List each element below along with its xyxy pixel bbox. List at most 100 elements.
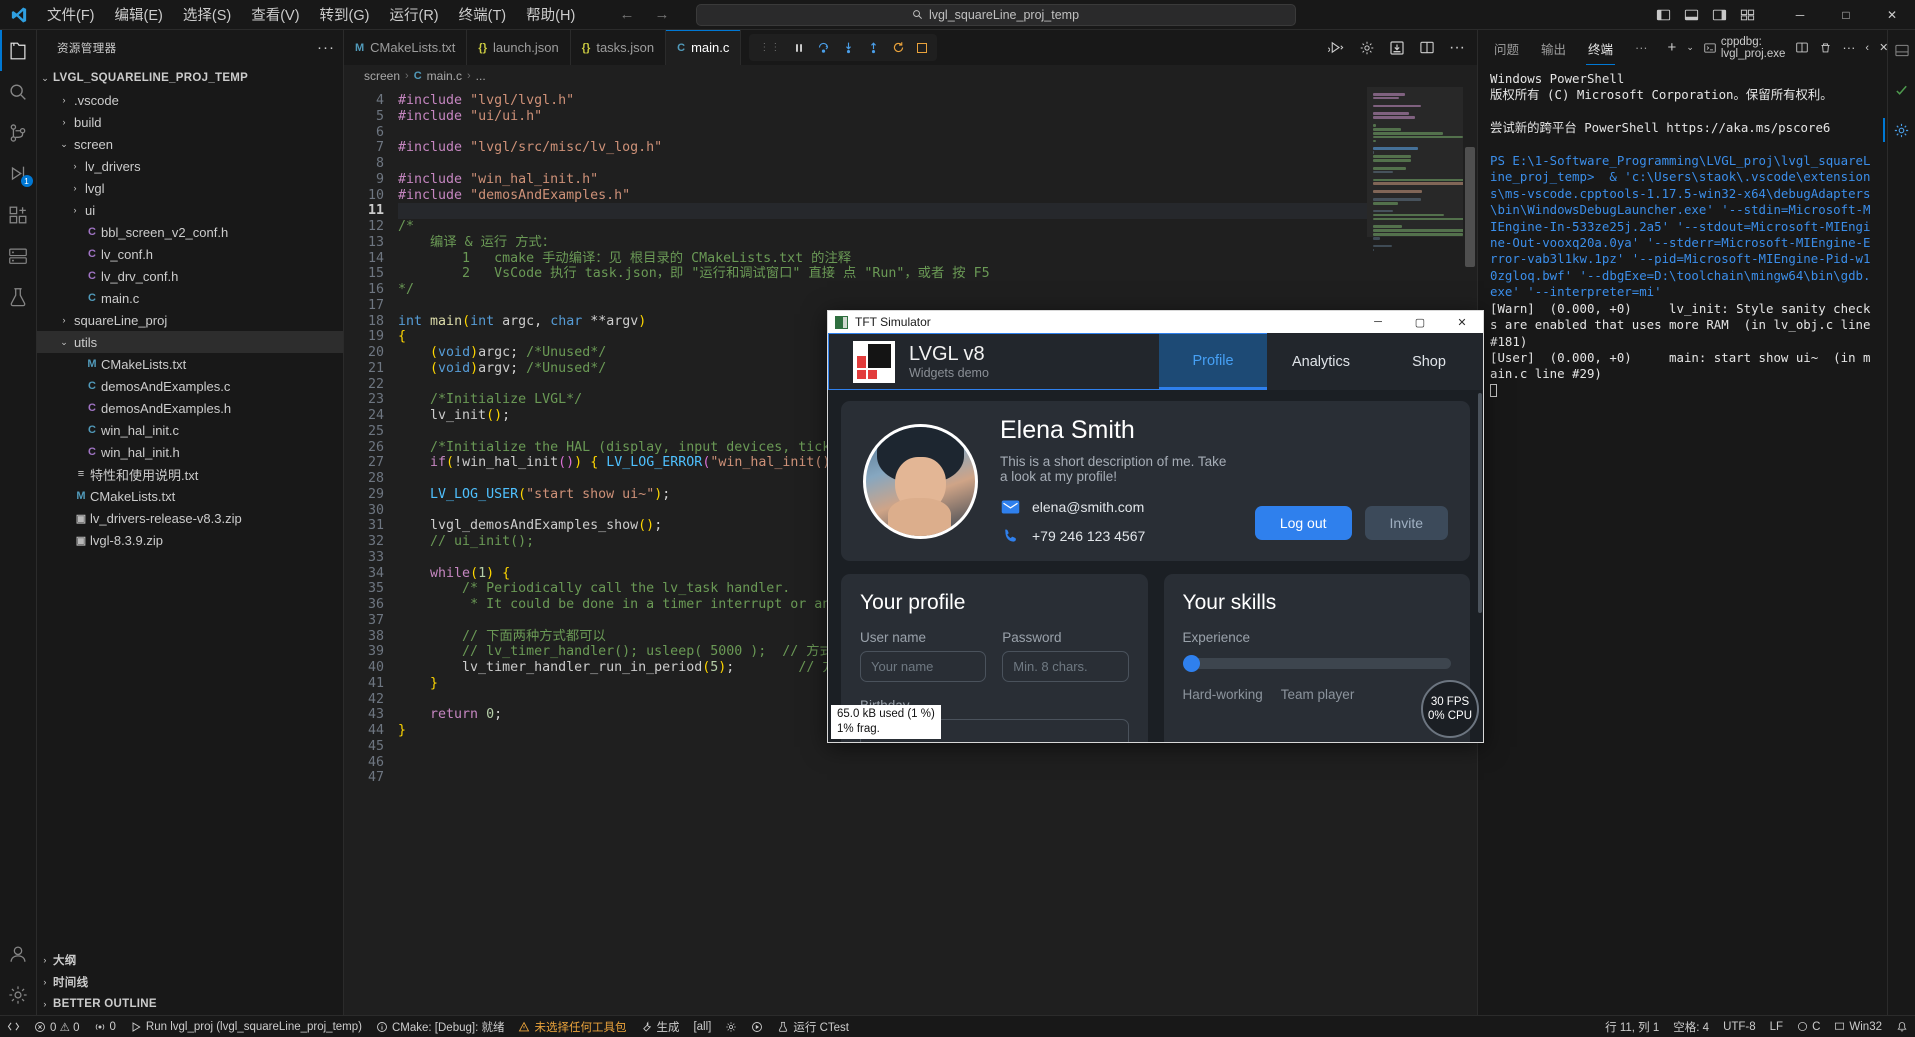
code-line[interactable]: #include "lvgl/lvgl.h"	[398, 93, 1367, 109]
chevron-right-icon[interactable]: ›	[67, 205, 83, 215]
code-line[interactable]	[398, 125, 1367, 141]
lvgl-profile-content[interactable]: Elena Smith This is a short description …	[828, 390, 1483, 742]
scrollbar-thumb[interactable]	[1465, 147, 1475, 267]
editor-tab[interactable]: M CMakeLists.txt	[344, 30, 468, 65]
tree-item[interactable]: › lv_drivers	[37, 155, 343, 177]
code-line[interactable]	[398, 755, 1367, 771]
simulator-minimize-button[interactable]: ─	[1357, 311, 1399, 333]
tree-item[interactable]: ≡ 特性和使用说明.txt	[37, 463, 343, 485]
editor-tab[interactable]: {} tasks.json	[570, 30, 667, 65]
tree-root-folder[interactable]: ⌄ LVGL_SQUARELINE_PROJ_TEMP	[37, 67, 343, 89]
breadcrumb-folder[interactable]: screen	[364, 69, 400, 83]
tree-item[interactable]: M CMakeLists.txt	[37, 353, 343, 375]
explorer-more-actions-icon[interactable]: ···	[317, 39, 335, 56]
debug-step-into-icon[interactable]	[842, 41, 855, 54]
tree-item[interactable]: ▣ lvgl-8.3.9.zip	[37, 529, 343, 551]
more-actions-icon[interactable]: ···	[1449, 39, 1465, 57]
tree-item[interactable]: CdemosAndExamples.h	[37, 397, 343, 419]
customize-layout-icon[interactable]	[1740, 8, 1755, 22]
status-indentation[interactable]: 空格: 4	[1666, 1016, 1716, 1037]
activity-accounts-icon[interactable]	[0, 933, 37, 974]
your-profile-fields[interactable]: User name Your name Password Min. 8 char…	[860, 630, 1129, 682]
user-name-input[interactable]: Your name	[860, 651, 987, 682]
window-minimize-button[interactable]: ─	[1777, 0, 1823, 30]
password-input[interactable]: Min. 8 chars.	[1002, 651, 1129, 682]
new-terminal-icon[interactable]: +	[1668, 39, 1677, 56]
lvgl-tab-shop[interactable]: Shop	[1375, 333, 1483, 390]
status-eol[interactable]: LF	[1763, 1016, 1790, 1037]
code-line[interactable]: */	[398, 282, 1367, 298]
minimap-slider[interactable]	[1367, 87, 1477, 237]
activity-source-control-icon[interactable]	[0, 112, 37, 153]
terminal-output[interactable]: Windows PowerShell 版权所有 (C) Microsoft Cor…	[1478, 65, 1887, 1015]
chevron-right-icon[interactable]: ›	[37, 977, 53, 987]
code-line[interactable]	[398, 770, 1367, 786]
code-line[interactable]: #include "demosAndExamples.h"	[398, 188, 1367, 204]
panel-collapse-icon[interactable]: ‹	[1865, 42, 1869, 54]
status-ports[interactable]: 0	[87, 1016, 123, 1037]
activity-search-icon[interactable]	[0, 71, 37, 112]
menu-help[interactable]: 帮助(H)	[517, 1, 584, 28]
simulator-maximize-button[interactable]: ▢	[1399, 311, 1441, 333]
tree-item[interactable]: ⌄ screen	[37, 133, 343, 155]
status-run-task[interactable]: Run lvgl_proj (lvgl_squareLine_proj_temp…	[123, 1016, 369, 1037]
sidebar-section-timeline[interactable]: › 时间线	[37, 971, 343, 993]
kill-terminal-icon[interactable]	[1819, 41, 1832, 54]
panel-more-actions-icon[interactable]: ···	[1842, 40, 1855, 55]
tree-item[interactable]: ▣ lv_drivers-release-v8.3.zip	[37, 507, 343, 529]
invite-button[interactable]: Invite	[1364, 506, 1448, 540]
chevron-right-icon[interactable]: ›	[37, 955, 53, 965]
activity-run-debug-icon[interactable]: 1	[0, 153, 37, 194]
chip-team-player[interactable]: Team player	[1281, 687, 1355, 702]
activity-remote-explorer-icon[interactable]	[0, 235, 37, 276]
tree-item[interactable]: › ui	[37, 199, 343, 221]
tree-item[interactable]: M CMakeLists.txt	[37, 485, 343, 507]
code-line[interactable]	[398, 203, 1367, 219]
activity-settings-gear-icon[interactable]	[0, 974, 37, 1015]
code-line[interactable]: /*	[398, 219, 1367, 235]
settings-gear-icon[interactable]	[1359, 40, 1375, 56]
menu-view[interactable]: 查看(V)	[242, 1, 308, 28]
toggle-panel-icon[interactable]	[1684, 8, 1699, 22]
lvgl-tab-profile[interactable]: Profile	[1159, 333, 1267, 390]
chevron-right-icon[interactable]: ›	[67, 183, 83, 193]
tree-item[interactable]: › squareLine_proj	[37, 309, 343, 331]
breadcrumb-symbol[interactable]: ...	[476, 69, 486, 83]
panel-tab-output[interactable]: 输出	[1539, 31, 1568, 65]
rail-checklist-icon[interactable]	[1883, 78, 1915, 102]
slider-knob[interactable]	[1182, 655, 1200, 672]
save-all-icon[interactable]	[1389, 40, 1405, 56]
log-out-button[interactable]: Log out	[1254, 506, 1352, 540]
status-cmake-build[interactable]: 生成	[633, 1016, 686, 1037]
chip-hard-working[interactable]: Hard-working	[1183, 687, 1263, 702]
chevron-right-icon[interactable]: ›	[56, 95, 72, 105]
tft-simulator-window[interactable]: TFT Simulator ─ ▢ ✕ LVGL v8 Widgets demo	[827, 310, 1484, 743]
experience-slider[interactable]	[1182, 655, 1451, 672]
rail-settings-gear-icon[interactable]	[1883, 118, 1915, 142]
tree-item[interactable]: Cmain.c	[37, 287, 343, 309]
tree-item[interactable]: Clv_conf.h	[37, 243, 343, 265]
code-line[interactable]: 1 cmake 手动编译：见 根目录的 CMakeLists.txt 的注释	[398, 251, 1367, 267]
sidebar-section-better-outline[interactable]: › BETTER OUTLINE	[37, 993, 343, 1015]
activity-extensions-icon[interactable]	[0, 194, 37, 235]
command-center-search[interactable]: lvgl_squareLine_proj_temp	[695, 3, 1296, 26]
panel-more-tabs-icon[interactable]: ···	[1633, 33, 1650, 62]
tree-item[interactable]: ⌄ utils	[37, 331, 343, 353]
debug-stop-icon[interactable]	[917, 42, 928, 53]
status-cursor-position[interactable]: 行 11, 列 1	[1598, 1016, 1666, 1037]
menu-selection[interactable]: 选择(S)	[174, 1, 240, 28]
window-close-button[interactable]: ✕	[1869, 0, 1915, 30]
status-run-ctest[interactable]: 运行 CTest	[770, 1016, 856, 1037]
tree-item[interactable]: Cwin_hal_init.c	[37, 419, 343, 441]
file-tree[interactable]: ⌄ LVGL_SQUARELINE_PROJ_TEMP › .vscode › bui…	[37, 65, 343, 949]
rail-maximize-panel-icon[interactable]	[1883, 38, 1915, 62]
editor-tab[interactable]: Cmain.c	[666, 30, 742, 65]
toggle-primary-sidebar-icon[interactable]	[1656, 8, 1671, 22]
skills-chips[interactable]: Hard-working Team player	[1183, 687, 1452, 702]
debug-toolbar-grip-icon[interactable]: ⋮⋮	[759, 42, 781, 53]
status-problems[interactable]: 0 ⚠ 0	[27, 1016, 87, 1037]
chevron-down-icon[interactable]: ⌄	[37, 73, 53, 84]
debug-pause-icon[interactable]	[793, 42, 805, 54]
terminal-dropdown-icon[interactable]: ⌄	[1686, 42, 1694, 53]
chevron-down-icon[interactable]: ⌄	[56, 139, 72, 150]
